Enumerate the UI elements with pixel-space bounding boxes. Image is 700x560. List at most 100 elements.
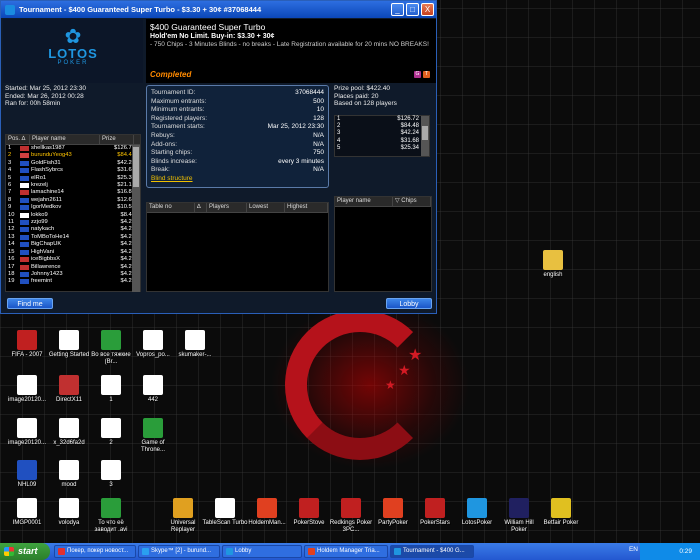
col-player-name[interactable]: Player name <box>30 135 100 144</box>
table-row[interactable]: 13 ToMBoToHe14 $4.22 <box>6 234 140 241</box>
col-lowest[interactable]: Lowest <box>247 203 285 212</box>
col-prize[interactable]: Prize <box>100 135 134 144</box>
taskbar-task[interactable]: Tournament - $400 G... <box>390 545 474 558</box>
prize-row[interactable]: 2 $84.48 <box>335 123 429 130</box>
row-prize: $42.24 <box>117 159 135 166</box>
system-tray: 0:29 <box>640 543 700 560</box>
desktop-icon[interactable]: Vopros_po... <box>130 330 176 359</box>
desktop-icon[interactable]: mood <box>46 460 92 489</box>
desktop-icon[interactable]: То что её заводит .avi <box>88 498 134 534</box>
row-prize: $8.44 <box>120 211 135 218</box>
desktop-icon[interactable]: english <box>530 250 576 279</box>
desktop-icon[interactable]: x_32d6fa2d <box>46 418 92 447</box>
prize-row[interactable]: 1 $126.72 <box>335 116 429 123</box>
prize-amount: $84.48 <box>400 123 419 130</box>
table-players-list[interactable]: Player name ▽ Chips <box>334 196 432 292</box>
col-players[interactable]: Players <box>207 203 247 212</box>
blind-structure-link[interactable]: Blind structure <box>151 175 324 182</box>
clock[interactable]: 0:29 <box>679 548 692 555</box>
col-pos[interactable]: Pos. ∆ <box>6 135 30 144</box>
table-row[interactable]: 8 wejahn2611 $12.67 <box>6 197 140 204</box>
start-button[interactable]: start <box>0 543 50 560</box>
taskbar-task[interactable]: Skype™ [2] - burund... <box>138 545 220 558</box>
lotus-flower-icon: ✿ <box>64 26 82 48</box>
players-table[interactable]: Pos. ∆ Player name Prize 1 shellkas1987 $1… <box>5 134 141 292</box>
table-row[interactable]: 7 lamachine14 $16.89 <box>6 189 140 196</box>
desktop-icon[interactable]: Redkings Poker 3PC... <box>328 498 374 534</box>
col-chips[interactable]: ▽ Chips <box>393 197 431 206</box>
table-row[interactable]: 18 Johnny1423 $4.22 <box>6 271 140 278</box>
desktop-shortcut-icon <box>101 375 121 395</box>
desktop-icon[interactable]: 442 <box>130 375 176 404</box>
col-table-no[interactable]: Table no <box>147 203 195 212</box>
prize-pos: 5 <box>337 144 341 151</box>
find-me-button[interactable]: Find me <box>7 298 53 309</box>
table-row[interactable]: 12 natykach $4.22 <box>6 226 140 233</box>
desktop-icon[interactable]: 2 <box>88 418 134 447</box>
row-player-name: iceBigbbsX <box>31 256 61 263</box>
desktop-icon[interactable]: image20120... <box>4 375 50 404</box>
table-row[interactable]: 1 shellkas1987 $126.72 <box>6 145 140 152</box>
desktop-icon[interactable]: PokerStove <box>286 498 332 527</box>
desktop-icon[interactable]: PartyPoker <box>370 498 416 527</box>
row-player-name: zzjo99 <box>31 219 48 226</box>
minimize-button[interactable]: _ <box>391 3 404 16</box>
desktop-icon[interactable]: skumaker-... <box>172 330 218 359</box>
desktop-icon[interactable]: 3 <box>88 460 134 489</box>
desktop-icon[interactable]: Game of Throne... <box>130 418 176 454</box>
table-row[interactable]: 16 iceBigbbsX $4.22 <box>6 256 140 263</box>
lobby-button[interactable]: Lobby <box>386 298 432 309</box>
desktop-icon[interactable]: HoldemMan... <box>244 498 290 527</box>
desktop-icon[interactable]: PokerStars <box>412 498 458 527</box>
prize-row[interactable]: 5 $25.34 <box>335 145 429 152</box>
desktop-icon[interactable]: Во все тяжкие (Br... <box>88 330 134 366</box>
table-row[interactable]: 15 HighVani $4.22 <box>6 249 140 256</box>
col-tplayer-name[interactable]: Player name <box>335 197 393 206</box>
prize-list[interactable]: 1 $126.72 2 $84.48 3 $42.24 4 $31.68 5 $25.34 <box>334 115 430 157</box>
language-indicator[interactable]: EN <box>629 546 638 553</box>
tournament-window[interactable]: Tournament - $400 Guaranteed Super Turbo… <box>0 0 437 314</box>
desktop-icon[interactable]: IMGP0001 <box>4 498 50 527</box>
title-bar[interactable]: Tournament - $400 Guaranteed Super Turbo… <box>1 1 436 18</box>
table-row[interactable]: 19 freemint $4.22 <box>6 278 140 285</box>
table-row[interactable]: 14 BigChapUK $4.22 <box>6 241 140 248</box>
desktop-icon[interactable]: William Hill Poker <box>496 498 542 534</box>
g-icon[interactable]: G <box>414 71 421 78</box>
desktop-icon[interactable]: TableScan Turbo <box>202 498 248 527</box>
maximize-button[interactable]: □ <box>406 3 419 16</box>
col-sort[interactable]: ∆ <box>195 203 207 212</box>
desktop-icon[interactable]: Getting Started <box>46 330 92 359</box>
desktop-icon[interactable]: DirectX11 <box>46 375 92 404</box>
row-pos: 10 <box>8 211 15 218</box>
desktop-icon[interactable]: NHL09 <box>4 460 50 489</box>
col-highest[interactable]: Highest <box>285 203 328 212</box>
desktop-icon[interactable]: volodya <box>46 498 92 527</box>
table-row[interactable]: 2 burunduYeog43 $84.48 <box>6 152 140 159</box>
prize-row[interactable]: 3 $42.24 <box>335 130 429 137</box>
taskbar-task[interactable]: Lobby <box>222 545 302 558</box>
taskbar-task[interactable]: Покер, покер новост... <box>54 545 136 558</box>
table-row[interactable]: 3 GoldFish31 $42.24 <box>6 160 140 167</box>
table-row[interactable]: 5 elRo1 $25.34 <box>6 175 140 182</box>
table-row[interactable]: 11 zzjo99 $4.22 <box>6 219 140 226</box>
desktop-icon[interactable]: FIFA - 2007 <box>4 330 50 359</box>
taskbar-task[interactable]: Holdem Manager Tria... <box>304 545 388 558</box>
table-row[interactable]: 9 IgorMedkov $10.56 <box>6 204 140 211</box>
desktop-icon[interactable]: Betfair Poker <box>538 498 584 527</box>
desktop-icon[interactable]: Universal Replayer <box>160 498 206 534</box>
table-row[interactable]: 6 krezelj $21.12 <box>6 182 140 189</box>
row-player-name: wejahn2611 <box>31 196 62 203</box>
table-row[interactable]: 10 lokko9 $8.44 <box>6 212 140 219</box>
table-row[interactable]: 4 FlashSybrcs $31.68 <box>6 167 140 174</box>
table-row[interactable]: 17 Billawrence $4.22 <box>6 264 140 271</box>
tables-table[interactable]: Table no ∆ Players Lowest Highest <box>146 202 329 292</box>
prize-row[interactable]: 4 $31.68 <box>335 138 429 145</box>
players-table-scrollbar[interactable] <box>132 145 140 292</box>
desktop-icon[interactable]: LotosPoker <box>454 498 500 527</box>
desktop-icon[interactable]: image20120... <box>4 418 50 447</box>
row-pos: 1 <box>8 145 12 151</box>
t-icon[interactable]: T <box>423 71 430 78</box>
prize-list-scrollbar[interactable] <box>421 116 429 156</box>
close-button[interactable]: X <box>421 3 434 16</box>
desktop-icon[interactable]: 1 <box>88 375 134 404</box>
